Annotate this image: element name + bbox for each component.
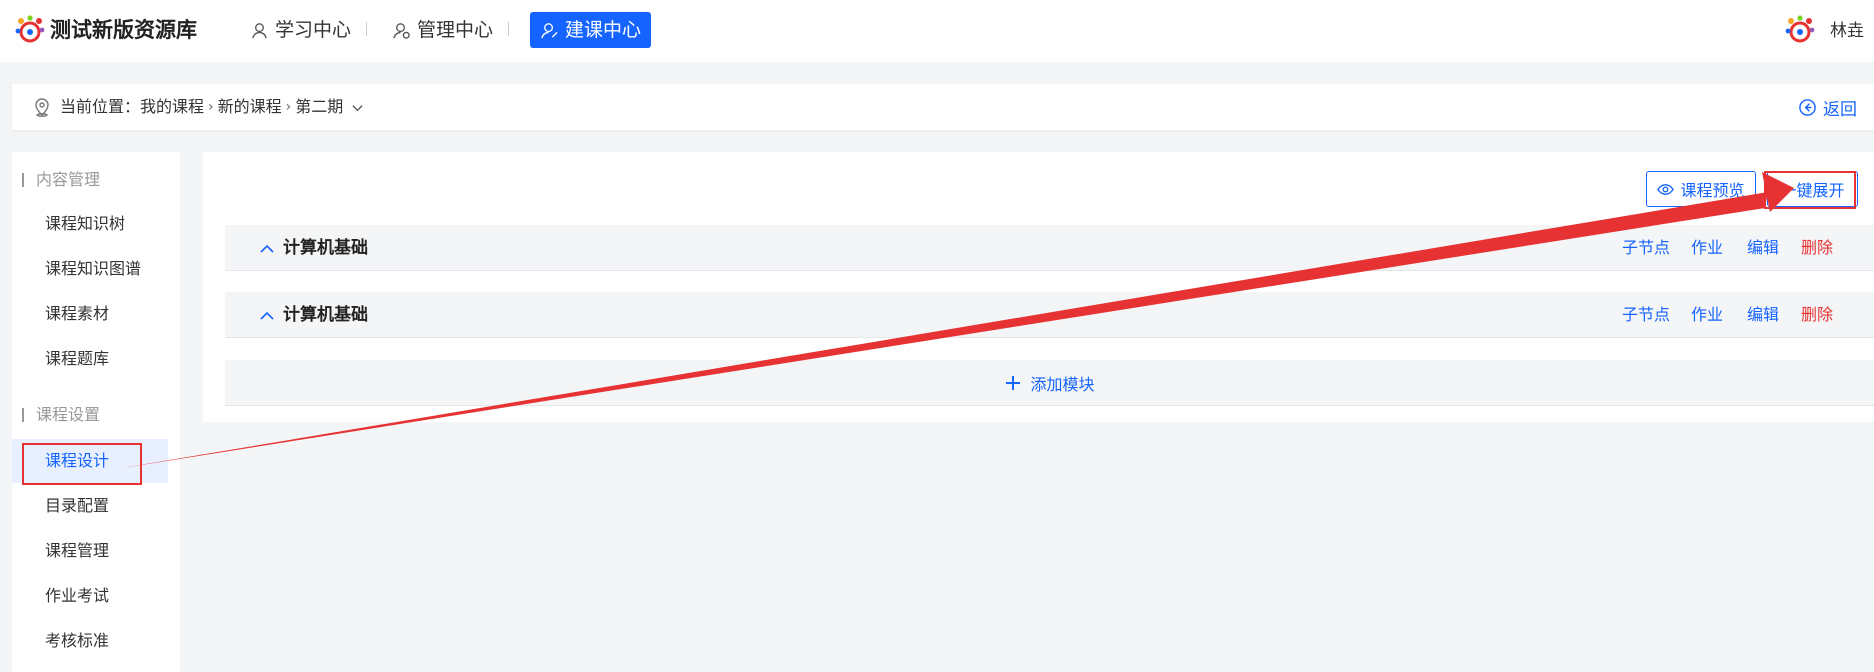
chevron-up-icon[interactable]: [259, 308, 275, 324]
breadcrumb-bar: 当前位置： 我的课程 › 新的课程 › 第二期 返回: [12, 84, 1874, 130]
breadcrumb-item-term[interactable]: 第二期: [295, 84, 343, 130]
chevron-up-icon[interactable]: [259, 241, 275, 257]
back-button[interactable]: 返回: [1798, 84, 1857, 130]
breadcrumb: 当前位置： 我的课程 › 新的课程 › 第二期: [60, 84, 364, 130]
top-header: 测试新版资源库 学习中心 管理中心 建课中心 林垚: [0, 0, 1874, 62]
homework-link[interactable]: 作业: [1691, 225, 1723, 271]
plus-icon: [1006, 375, 1021, 390]
sidebar-item-assessment-standard[interactable]: 考核标准: [12, 619, 168, 663]
add-child-node-link[interactable]: 子节点: [1622, 225, 1670, 271]
eye-icon: [1657, 183, 1675, 195]
course-design-panel: 课程预览 一键展开 计算机基础 子节点 作业 编辑 删除 计算机基础 子节点 作…: [203, 152, 1874, 422]
back-arrow-icon: [1799, 98, 1816, 116]
module-title: 计算机基础: [283, 305, 368, 325]
sidebar: 内容管理 课程知识树 课程知识图谱 课程素材 课程题库 课程设置 课程设计 目录…: [12, 152, 180, 672]
add-module-label: 添加模块: [1030, 374, 1095, 394]
sidebar-item-catalog-config[interactable]: 目录配置: [12, 484, 168, 528]
nav-label: 学习中心: [275, 19, 352, 41]
delete-link[interactable]: 删除: [1801, 292, 1833, 338]
sidebar-item-materials[interactable]: 课程素材: [12, 292, 168, 336]
app-title: 测试新版资源库: [50, 18, 197, 42]
module-row: 计算机基础 子节点 作业 编辑 删除: [225, 225, 1874, 271]
nav-divider: [366, 22, 367, 36]
annotation-box-expand-all: [1764, 171, 1856, 209]
preview-label: 课程预览: [1680, 181, 1745, 200]
sidebar-item-homework-exam[interactable]: 作业考试: [12, 574, 168, 618]
chevron-down-icon[interactable]: [351, 101, 364, 114]
breadcrumb-prefix: 当前位置：: [60, 97, 141, 116]
breadcrumb-separator-icon: ›: [208, 99, 214, 115]
edit-link[interactable]: 编辑: [1747, 225, 1779, 271]
sidebar-item-question-bank[interactable]: 课程题库: [12, 337, 168, 381]
nav-label: 建课中心: [565, 19, 642, 41]
course-preview-button[interactable]: 课程预览: [1646, 171, 1756, 207]
user-name[interactable]: 林垚: [1830, 19, 1864, 43]
nav-learning-center[interactable]: 学习中心: [240, 12, 361, 48]
user-edit-icon: [541, 22, 558, 38]
sidebar-item-knowledge-graph[interactable]: 课程知识图谱: [12, 247, 168, 291]
app-logo-icon: [15, 15, 45, 43]
delete-link[interactable]: 删除: [1801, 225, 1833, 271]
user-gear-icon: [393, 22, 410, 39]
nav-divider: [508, 22, 509, 36]
group-title: 课程设置: [36, 405, 101, 424]
user-avatar-icon[interactable]: [1782, 12, 1818, 48]
group-marker: [22, 408, 24, 422]
breadcrumb-item-new-course[interactable]: 新的课程: [218, 84, 282, 130]
nav-management-center[interactable]: 管理中心: [382, 12, 503, 48]
group-title: 内容管理: [36, 170, 101, 189]
nav-course-building-center[interactable]: 建课中心: [530, 12, 652, 48]
add-module-button[interactable]: 添加模块: [225, 360, 1874, 406]
add-child-node-link[interactable]: 子节点: [1622, 292, 1670, 338]
edit-link[interactable]: 编辑: [1747, 292, 1779, 338]
sidebar-group-course-settings: 课程设置: [22, 404, 100, 426]
module-row: 计算机基础 子节点 作业 编辑 删除: [225, 292, 1874, 338]
back-label: 返回: [1823, 99, 1857, 120]
module-title: 计算机基础: [283, 238, 368, 258]
annotation-box-course-design: [22, 443, 142, 485]
sidebar-item-knowledge-tree[interactable]: 课程知识树: [12, 202, 168, 246]
homework-link[interactable]: 作业: [1691, 292, 1723, 338]
sidebar-group-content-management: 内容管理: [22, 169, 100, 191]
user-icon: [252, 22, 267, 38]
nav-label: 管理中心: [417, 19, 494, 41]
group-marker: [22, 173, 24, 187]
sidebar-item-course-management[interactable]: 课程管理: [12, 529, 168, 573]
breadcrumb-item-my-courses[interactable]: 我的课程: [140, 84, 204, 130]
breadcrumb-separator-icon: ›: [285, 99, 292, 115]
location-pin-icon: [35, 98, 49, 117]
